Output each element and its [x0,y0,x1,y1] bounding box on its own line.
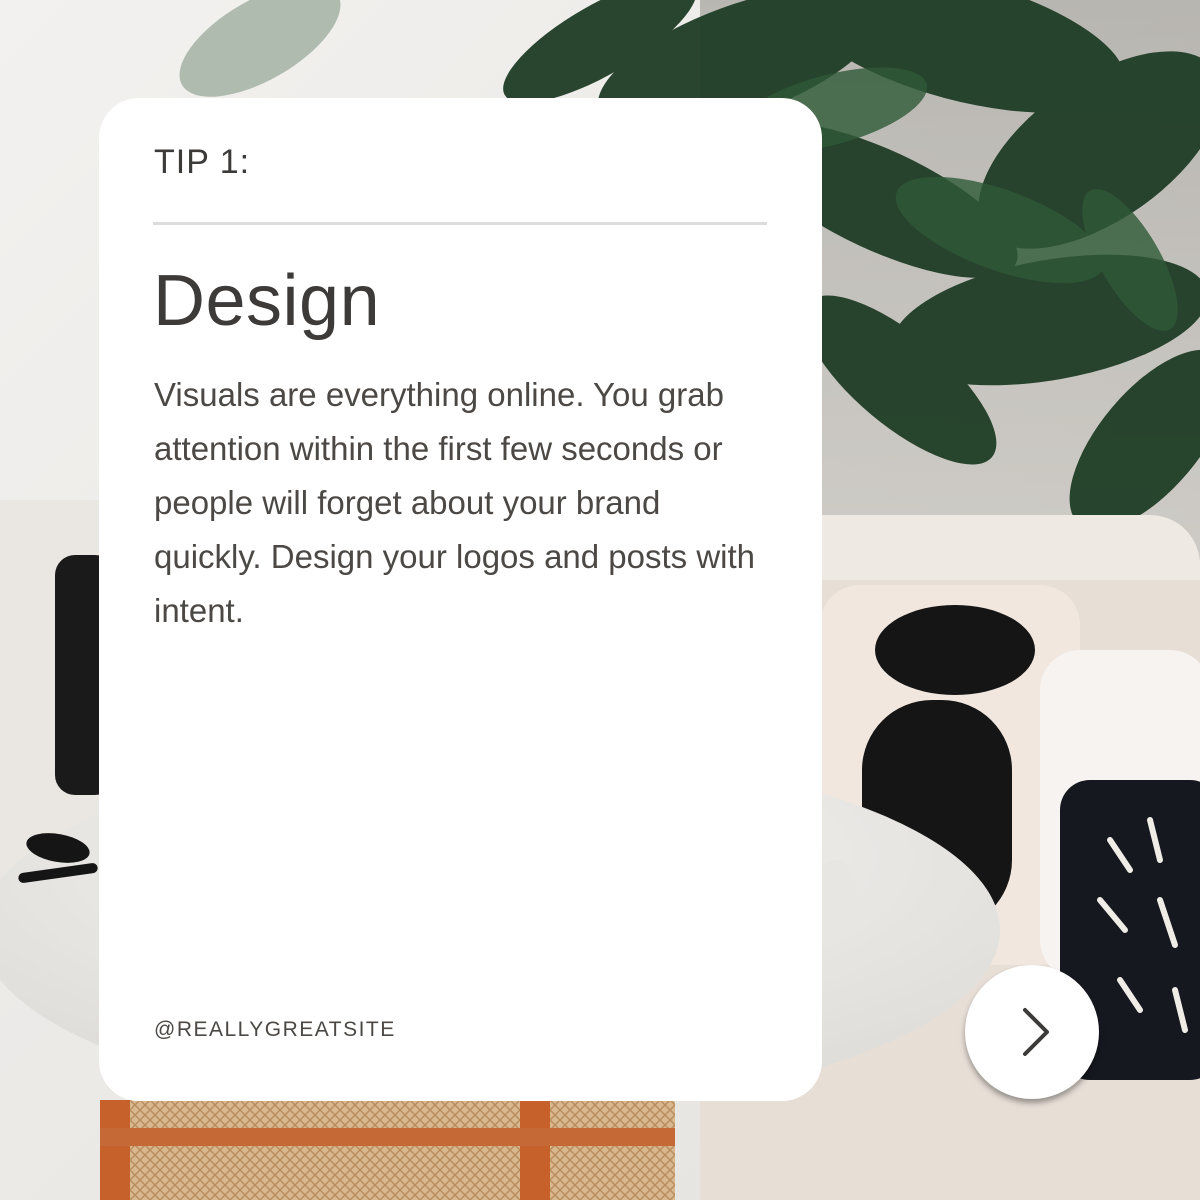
divider [153,222,767,225]
site-handle: @REALLYGREATSITE [154,1018,396,1041]
tip-card: TIP 1: Design Visuals are everything onl… [99,98,822,1101]
tip-number-label: TIP 1: [154,143,251,181]
chevron-right-icon [1023,1008,1049,1056]
tip-title: Design [153,261,381,341]
post-canvas: TIP 1: Design Visuals are everything onl… [0,0,1200,1200]
next-button[interactable] [965,965,1099,1099]
tip-body: Visuals are everything online. You grab … [154,376,756,629]
